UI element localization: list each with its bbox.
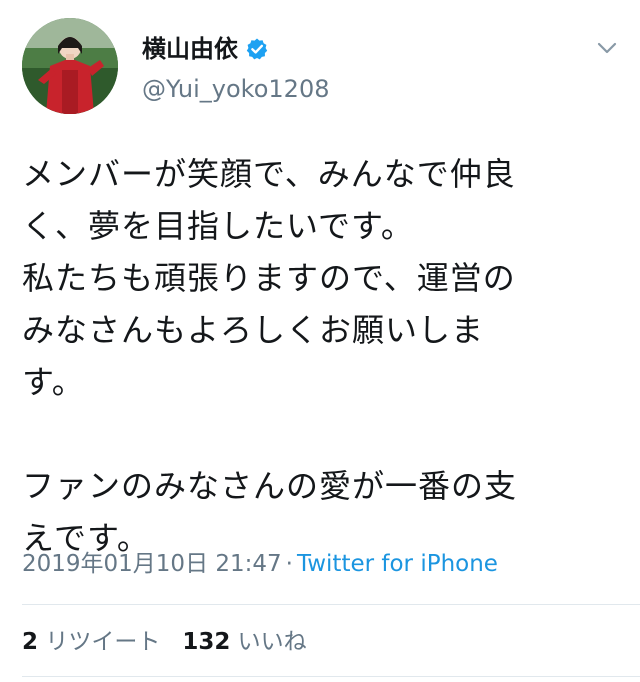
author-name-row[interactable]: 横山由依 <box>142 34 269 64</box>
verified-badge-icon <box>245 37 269 61</box>
tweet-text-line: す。 <box>22 363 85 401</box>
retweets-label: リツイート <box>45 629 161 655</box>
tweet-source-link[interactable]: Twitter for iPhone <box>297 551 498 577</box>
retweets-stat[interactable]: 2 リツイート <box>22 629 160 655</box>
tweet-text-line <box>22 408 622 460</box>
tweet-timestamp[interactable]: 2019年01月10日 21:47 <box>22 551 282 577</box>
divider <box>22 604 640 605</box>
chevron-down-icon[interactable] <box>592 36 622 60</box>
avatar-image <box>22 18 118 114</box>
tweet-text-line: みなさんもよろしくお願いしま <box>22 311 485 349</box>
author-display-name[interactable]: 横山由依 <box>142 34 238 64</box>
meta-separator: · <box>285 551 293 577</box>
author-handle[interactable]: @Yui_yoko1208 <box>142 74 329 104</box>
likes-count: 132 <box>182 629 231 655</box>
divider <box>22 676 640 677</box>
likes-stat[interactable]: 132 いいね <box>182 629 306 655</box>
tweet-meta: 2019年01月10日 21:47 · Twitter for iPhone <box>22 548 498 580</box>
tweet-text-line: メンバーが笑顔で、みんなで仲良 <box>22 155 516 193</box>
tweet-text-line: 私たちも頑張りますので、運営の <box>22 259 516 297</box>
tweet-text-line: ファンのみなさんの愛が一番の支 <box>22 467 518 505</box>
retweets-count: 2 <box>22 629 39 655</box>
tweet-text-line: く、夢を目指したいです。 <box>22 207 414 245</box>
tweet-text: メンバーが笑顔で、みんなで仲良 く、夢を目指したいです。 私たちも頑張りますので… <box>22 148 622 564</box>
tweet-header: 横山由依 @Yui_yoko1208 <box>0 0 640 130</box>
tweet-card: 横山由依 @Yui_yoko1208 メンバーが笑顔で、みんなで仲良 く、夢を目… <box>0 0 640 682</box>
likes-label: いいね <box>237 629 307 655</box>
tweet-stats: 2 リツイート 132 いいね <box>22 626 307 658</box>
avatar[interactable] <box>22 18 118 114</box>
